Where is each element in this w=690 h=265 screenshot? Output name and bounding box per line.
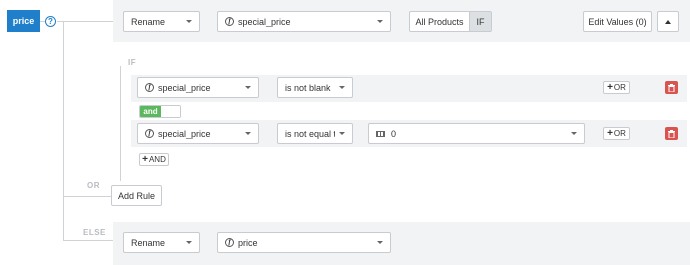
chevron-down-icon [377, 20, 383, 23]
condition-operator-select[interactable]: is not equal to [277, 123, 353, 144]
field-name: price [12, 16, 35, 26]
field-tag-price[interactable]: price [7, 10, 40, 32]
condition-field-select[interactable]: f special_price [137, 123, 259, 144]
chevron-up-icon [665, 19, 671, 24]
or-label: OR [87, 181, 100, 190]
edit-values-button[interactable]: Edit Values (0) [583, 11, 652, 32]
plus-icon: + [607, 81, 613, 93]
add-rule-button[interactable]: Add Rule [111, 185, 162, 206]
condition-field-select[interactable]: f special_price [137, 77, 259, 98]
else-action-select[interactable]: Rename [123, 232, 200, 253]
chevron-down-icon [245, 132, 251, 135]
collapse-button[interactable] [657, 11, 679, 32]
if-scope-button[interactable]: IF [469, 11, 492, 32]
help-icon[interactable]: ? [45, 16, 56, 27]
connector-line [63, 240, 113, 241]
all-products-button[interactable]: All Products [409, 11, 470, 32]
action-select-value: Rename [131, 16, 166, 27]
target-field-value: special_price [238, 16, 291, 27]
condition-value-select[interactable]: 0 [368, 123, 585, 144]
target-field-select[interactable]: f special_price [217, 11, 391, 32]
connector-line [120, 66, 121, 181]
fx-icon: f [225, 238, 234, 247]
chevron-down-icon [377, 241, 383, 244]
fx-icon: f [145, 129, 154, 138]
if-label: IF [128, 58, 137, 67]
delete-condition-button[interactable] [665, 81, 678, 94]
plus-icon: + [607, 127, 613, 139]
trash-icon [668, 83, 675, 92]
condition-operator-select[interactable]: is not blank [277, 77, 353, 98]
fx-icon: f [145, 83, 154, 92]
fx-icon: f [225, 17, 234, 26]
delete-condition-button[interactable] [665, 127, 678, 140]
else-target-field-select[interactable]: f price [217, 232, 391, 253]
chevron-down-icon [339, 132, 345, 135]
plus-icon: + [142, 153, 148, 165]
chevron-down-icon [186, 20, 192, 23]
chevron-down-icon [571, 132, 577, 135]
add-or-button[interactable]: + OR [603, 81, 630, 94]
add-or-button[interactable]: + OR [603, 127, 630, 140]
chevron-down-icon [339, 86, 345, 89]
connector-line [63, 196, 111, 197]
chevron-down-icon [186, 241, 192, 244]
and-or-toggle[interactable]: and [139, 105, 181, 118]
connector-line [57, 21, 113, 22]
action-select[interactable]: Rename [123, 11, 200, 32]
chevron-down-icon [245, 86, 251, 89]
keyboard-icon [376, 130, 385, 137]
add-and-button[interactable]: + AND [139, 153, 169, 166]
connector-line [63, 22, 64, 241]
else-label: ELSE [83, 228, 106, 237]
trash-icon [668, 129, 675, 138]
